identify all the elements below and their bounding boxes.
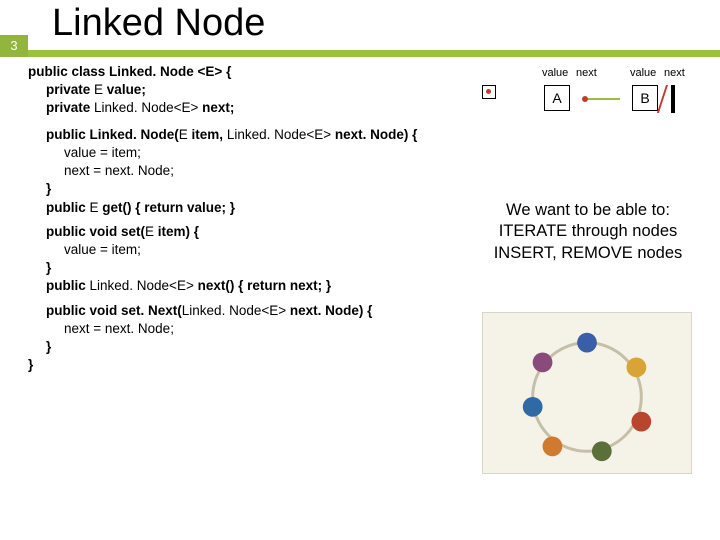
goals-line-2: ITERATE through nodes [464,221,712,242]
method-setnext-body: next = next. Node; [28,320,448,338]
field-value: private E value; [28,81,448,99]
field-next: private Linked. Node<E> next; [28,99,448,117]
class-declaration: public class Linked. Node <E> { [28,63,448,81]
constructor-body-2: next = next. Node; [28,162,448,180]
arrow-icon [588,98,620,100]
goals-text: We want to be able to: ITERATE through n… [464,200,712,264]
title-underline [28,50,720,57]
brace-close-2: } [28,259,448,277]
constructor-body-1: value = item; [28,144,448,162]
method-next: public Linked. Node<E> next() { return n… [28,277,448,295]
brace-close-1: } [28,180,448,198]
method-setnext-signature: public void set. Next(Linked. Node<E> ne… [28,302,448,320]
brace-close-3: } [28,338,448,356]
node-a-labels: valuenext [542,67,600,79]
dot-icon [486,89,491,94]
empty-node-box [482,85,496,99]
goals-line-1: We want to be able to: [464,200,712,221]
method-set-body: value = item; [28,241,448,259]
slide-number-badge: 3 [0,35,28,57]
linked-node-diagram: valuenext A valuenext B [468,63,708,133]
people-circle-image [482,312,692,474]
constructor-signature: public Linked. Node(E item, Linked. Node… [28,126,448,144]
node-a-value-box: A [544,85,570,111]
method-get: public E get() { return value; } [28,199,448,217]
goals-line-3: INSERT, REMOVE nodes [464,243,712,264]
node-b-labels: valuenext [630,67,688,79]
null-terminator-icon [668,85,678,113]
code-block: public class Linked. Node <E> { private … [28,63,448,375]
slide-title: Linked Node [52,2,265,45]
brace-close-class: } [28,356,448,374]
node-b-value-box: B [632,85,658,111]
method-set-signature: public void set(E item) { [28,223,448,241]
